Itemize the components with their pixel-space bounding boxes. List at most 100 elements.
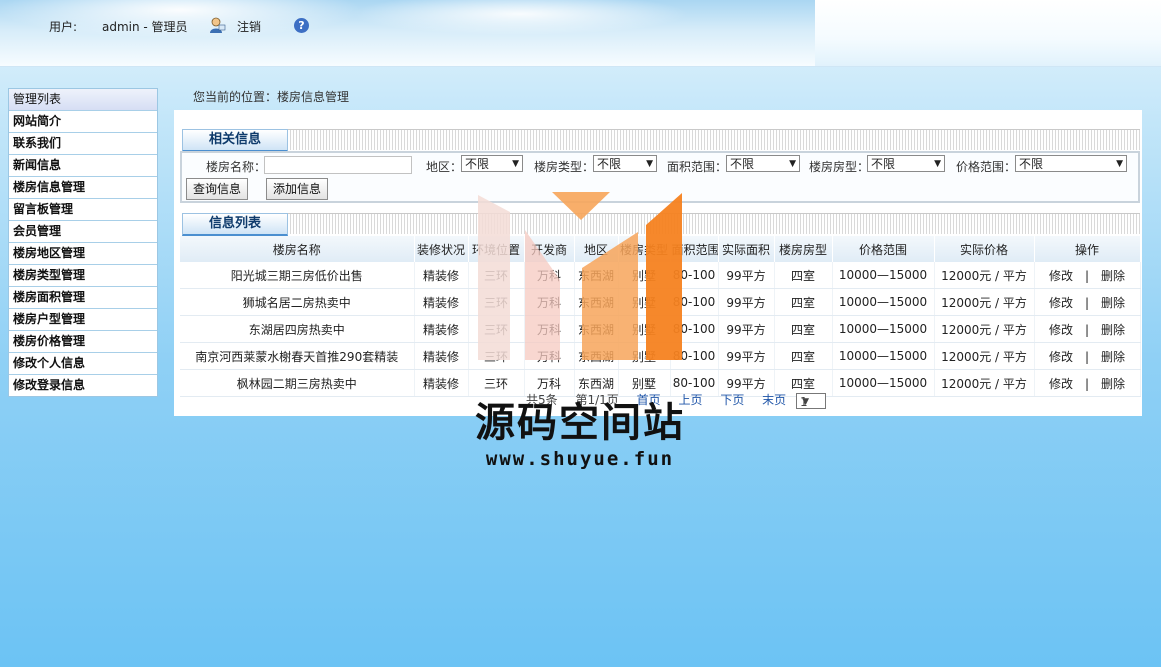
table-cell: 10000—15000 xyxy=(832,342,935,370)
user-icon[interactable] xyxy=(208,16,226,34)
name-input[interactable] xyxy=(264,156,412,174)
table-cell: 12000元 / 平方 xyxy=(934,342,1035,370)
type-select[interactable]: 不限 ▼ xyxy=(593,155,657,172)
page-select[interactable]: 1 ▼ xyxy=(796,392,826,409)
edit-link[interactable]: 修改 xyxy=(1049,269,1073,283)
query-button[interactable]: 查询信息 xyxy=(186,178,249,200)
chevron-down-icon: ▼ xyxy=(789,159,796,169)
type-label: 楼房类型： xyxy=(534,160,595,174)
operations-cell: 修改 | 删除 xyxy=(1034,369,1141,397)
list-panel-title: 信息列表 xyxy=(182,213,288,236)
sidebar-item-price[interactable]: 楼房价格管理 xyxy=(9,331,157,353)
operations-cell: 修改 | 删除 xyxy=(1034,342,1141,370)
help-icon[interactable]: ? xyxy=(294,18,309,33)
table-cell: 四室 xyxy=(774,262,833,289)
type-select-value: 不限 xyxy=(597,157,622,171)
area-label: 面积范围： xyxy=(667,160,728,174)
room-type-select[interactable]: 不限 ▼ xyxy=(867,155,945,172)
table-cell: 10000—15000 xyxy=(832,288,935,316)
column-header: 实际面积 xyxy=(718,236,775,262)
column-header: 楼房房型 xyxy=(774,236,833,262)
sidebar-item-profile[interactable]: 修改个人信息 xyxy=(9,353,157,375)
region-select[interactable]: 不限 ▼ xyxy=(461,155,523,172)
add-button[interactable]: 添加信息 xyxy=(266,178,329,200)
table-cell: 精装修 xyxy=(414,342,469,370)
building-name-cell: 东湖居四房热卖中 xyxy=(180,315,415,343)
user-name: admin - 管理员 xyxy=(102,20,188,34)
table-cell: 四室 xyxy=(774,342,833,370)
op-separator: | xyxy=(1084,322,1090,337)
op-separator: | xyxy=(1084,295,1090,310)
table-cell: 12000元 / 平方 xyxy=(934,315,1035,343)
column-header: 装修状况 xyxy=(414,236,469,262)
sidebar-header: 管理列表 xyxy=(9,89,157,111)
sidebar-item-area[interactable]: 楼房面积管理 xyxy=(9,287,157,309)
region-select-value: 不限 xyxy=(465,157,490,171)
sidebar-item-members[interactable]: 会员管理 xyxy=(9,221,157,243)
user-label: 用户: xyxy=(49,20,78,34)
delete-link[interactable]: 删除 xyxy=(1101,296,1125,310)
table-cell: 12000元 / 平方 xyxy=(934,369,1035,397)
chevron-down-icon: ▼ xyxy=(1116,159,1123,169)
chevron-down-icon: ▼ xyxy=(646,159,653,169)
table-cell: 精装修 xyxy=(414,262,469,289)
sidebar-item-news[interactable]: 新闻信息 xyxy=(9,155,157,177)
sidebar-item-layout[interactable]: 楼房户型管理 xyxy=(9,309,157,331)
chevron-down-icon: ▼ xyxy=(512,159,519,169)
watermark-bar-2 xyxy=(525,230,560,360)
table-cell: 12000元 / 平方 xyxy=(934,262,1035,289)
sidebar-item-site-intro[interactable]: 网站简介 xyxy=(9,111,157,133)
room-type-label: 楼房房型： xyxy=(809,160,870,174)
table-cell: 10000—15000 xyxy=(832,369,935,397)
area-select-value: 不限 xyxy=(730,157,755,171)
area-select[interactable]: 不限 ▼ xyxy=(726,155,800,172)
building-name-cell: 狮城名居二房热卖中 xyxy=(180,288,415,316)
delete-link[interactable]: 删除 xyxy=(1101,323,1125,337)
column-header: 实际价格 xyxy=(934,236,1035,262)
table-cell: 99平方 xyxy=(718,315,775,343)
table-cell: 精装修 xyxy=(414,369,469,397)
watermark-triangle xyxy=(552,192,610,220)
delete-link[interactable]: 删除 xyxy=(1101,377,1125,391)
sidebar-item-region[interactable]: 楼房地区管理 xyxy=(9,243,157,265)
operations-cell: 修改 | 删除 xyxy=(1034,315,1141,343)
edit-link[interactable]: 修改 xyxy=(1049,323,1073,337)
sidebar-item-login-info[interactable]: 修改登录信息 xyxy=(9,375,157,396)
watermark-bar-4 xyxy=(646,193,682,360)
column-header: 价格范围 xyxy=(832,236,935,262)
logout-link[interactable]: 注销 xyxy=(237,18,261,35)
table-cell: 99平方 xyxy=(718,262,775,289)
search-panel-title: 相关信息 xyxy=(182,129,288,152)
edit-link[interactable]: 修改 xyxy=(1049,296,1073,310)
building-name-cell: 阳光城三期三房低价出售 xyxy=(180,262,415,289)
table-cell: 99平方 xyxy=(718,342,775,370)
sidebar-item-guestbook[interactable]: 留言板管理 xyxy=(9,199,157,221)
price-select-value: 不限 xyxy=(1019,157,1044,171)
delete-link[interactable]: 删除 xyxy=(1101,269,1125,283)
column-header: 楼房名称 xyxy=(180,236,415,262)
watermark-bar-1 xyxy=(478,195,510,360)
sidebar-item-type[interactable]: 楼房类型管理 xyxy=(9,265,157,287)
operations-cell: 修改 | 删除 xyxy=(1034,262,1141,289)
edit-link[interactable]: 修改 xyxy=(1049,350,1073,364)
pager-last[interactable]: 末页 xyxy=(762,393,786,407)
pager-next[interactable]: 下页 xyxy=(720,393,744,407)
column-header: 操作 xyxy=(1034,236,1141,262)
table-cell: 99平方 xyxy=(718,288,775,316)
op-separator: | xyxy=(1084,268,1090,283)
edit-link[interactable]: 修改 xyxy=(1049,377,1073,391)
table-cell: 四室 xyxy=(774,315,833,343)
name-label: 楼房名称： xyxy=(206,160,267,174)
sidebar-item-contact[interactable]: 联系我们 xyxy=(9,133,157,155)
watermark-url: www.shuyue.fun xyxy=(485,448,675,470)
table-cell: 四室 xyxy=(774,288,833,316)
sidebar-item-building-info[interactable]: 楼房信息管理 xyxy=(9,177,157,199)
chevron-down-icon: ▼ xyxy=(802,396,809,407)
op-separator: | xyxy=(1084,376,1090,391)
table-cell: 12000元 / 平方 xyxy=(934,288,1035,316)
delete-link[interactable]: 删除 xyxy=(1101,350,1125,364)
chevron-down-icon: ▼ xyxy=(934,159,941,169)
table-cell: 10000—15000 xyxy=(832,262,935,289)
op-separator: | xyxy=(1084,349,1090,364)
price-select[interactable]: 不限 ▼ xyxy=(1015,155,1127,172)
